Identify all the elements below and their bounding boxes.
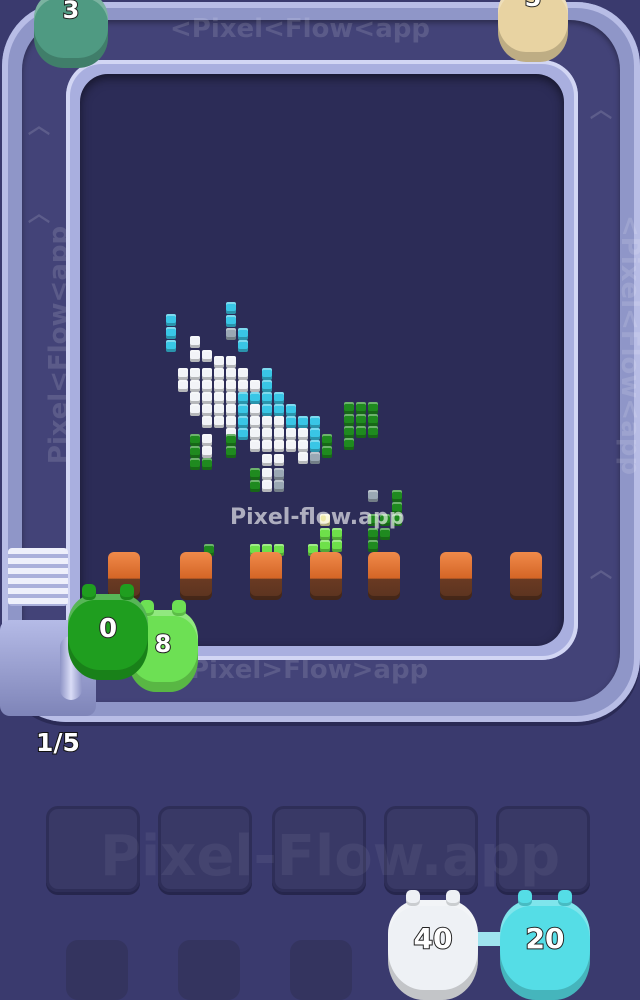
- target-block: [310, 552, 342, 600]
- pig-dark-green-ammo: 0: [98, 613, 118, 645]
- pig-dark-green[interactable]: 0: [68, 584, 148, 680]
- chevron-up-icon: ︿: [590, 558, 613, 583]
- pig-cyan[interactable]: 20: [500, 890, 590, 1000]
- target-block: [440, 552, 472, 600]
- chevron-up-icon: ︿: [590, 98, 613, 123]
- pig-white[interactable]: 40: [388, 890, 478, 1000]
- watermark-top: <Pixel<Flow<app: [170, 14, 430, 44]
- queue-slot: [66, 940, 128, 1000]
- target-block: [368, 552, 400, 600]
- watermark-slots: Pixel-Flow.app: [100, 824, 561, 889]
- chevron-up-icon: ︿: [28, 202, 51, 227]
- target-block: [250, 552, 282, 600]
- pig-tan[interactable]: 5: [498, 0, 568, 62]
- pig-cyan-ammo: 20: [525, 921, 566, 956]
- track-capacity-counter: 1/5: [35, 727, 81, 758]
- watermark-center: Pixel-flow.app: [230, 505, 405, 530]
- pig-tan-ammo: 5: [498, 0, 568, 13]
- chevron-up-icon: ︿: [28, 114, 51, 139]
- pig-white-ammo: 40: [413, 921, 454, 956]
- watermark-right: <Pixel<Flow<app: [614, 215, 640, 475]
- queue-slot: [290, 940, 352, 1000]
- queue-slot: [178, 940, 240, 1000]
- track-entry-grate: [8, 548, 68, 606]
- pig-teal[interactable]: 3: [34, 0, 108, 68]
- target-block: [180, 552, 212, 600]
- pig-teal-ammo: 3: [62, 0, 81, 25]
- target-block: [510, 552, 542, 600]
